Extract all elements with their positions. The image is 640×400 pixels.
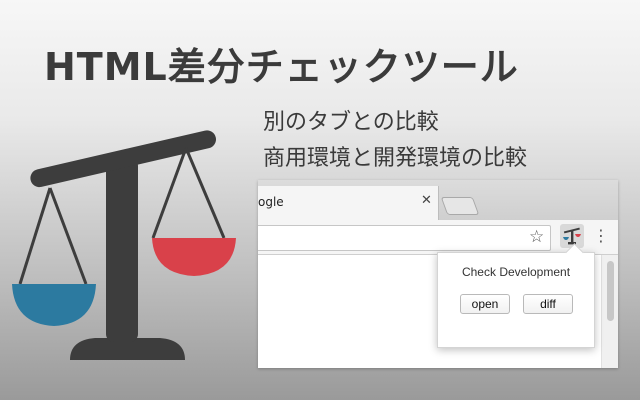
tab-close-icon[interactable]: ✕ <box>421 193 432 209</box>
browser-toolbar: ☆ ⋮ <box>258 220 618 255</box>
diff-button[interactable]: diff <box>523 294 573 314</box>
vertical-scrollbar[interactable] <box>601 255 618 368</box>
open-button[interactable]: open <box>460 294 510 314</box>
extension-popup: Check Development open diff <box>437 243 595 348</box>
browser-menu-icon[interactable]: ⋮ <box>593 226 609 246</box>
left-pan <box>12 284 96 326</box>
scrollbar-thumb[interactable] <box>607 261 614 321</box>
tab-strip: ogle ✕ <box>258 180 618 220</box>
bookmark-star-icon[interactable]: ☆ <box>529 227 544 247</box>
address-bar[interactable]: ☆ <box>258 225 551 251</box>
page-title: HTML差分チェックツール <box>44 45 519 89</box>
browser-tab[interactable]: ogle ✕ <box>258 186 439 220</box>
popup-title: Check Development <box>461 265 571 279</box>
subtitle-compare-environments: 商用環境と開発環境の比較 <box>263 146 528 171</box>
balance-scale-icon <box>12 130 236 360</box>
subtitle-compare-tabs: 別のタブとの比較 <box>263 110 439 135</box>
tab-title: ogle <box>258 195 284 209</box>
right-pan <box>152 238 236 276</box>
new-tab-button[interactable] <box>440 197 480 215</box>
